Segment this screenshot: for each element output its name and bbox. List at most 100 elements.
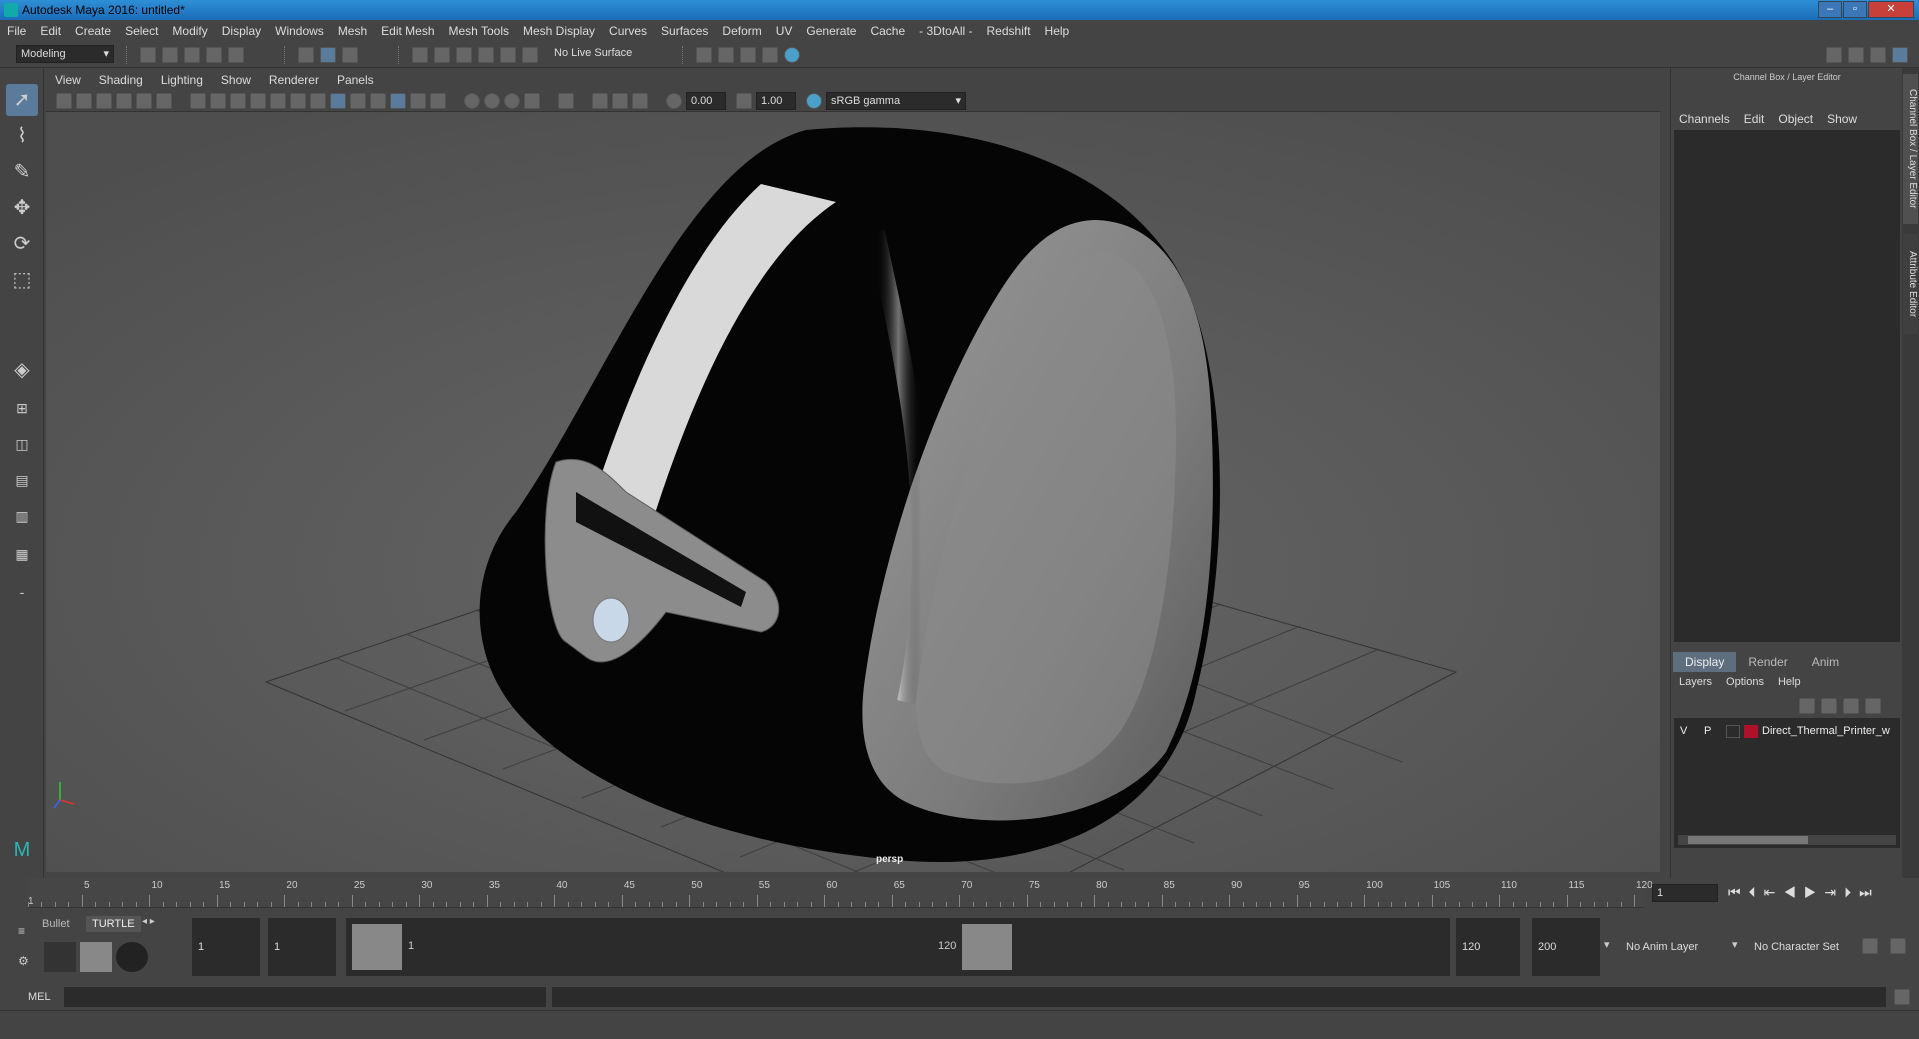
- ambient-occlusion-icon[interactable]: [464, 93, 480, 109]
- new-layer-selected-icon[interactable]: [1865, 698, 1881, 714]
- go-to-end-icon[interactable]: ⏭: [1859, 884, 1880, 900]
- snap-grid-icon[interactable]: [412, 47, 428, 63]
- tab-anim[interactable]: Anim: [1800, 652, 1851, 672]
- scale-tool-icon[interactable]: ⬚: [6, 264, 38, 296]
- layer-color-swatch[interactable]: [1744, 725, 1758, 738]
- undo-icon[interactable]: [206, 47, 222, 63]
- snap-together-icon[interactable]: [522, 47, 538, 63]
- grid-icon[interactable]: [190, 93, 206, 109]
- anim-layer-dropdown[interactable]: No Anim Layer: [1620, 918, 1720, 976]
- grease-pencil-icon[interactable]: [156, 93, 172, 109]
- xray-active-components-icon[interactable]: [612, 93, 628, 109]
- camera-attributes-icon[interactable]: [76, 93, 92, 109]
- shadows-icon[interactable]: [430, 93, 446, 109]
- menu-mesh[interactable]: Mesh: [331, 20, 374, 42]
- shelf-tab-bullet[interactable]: Bullet: [42, 918, 70, 930]
- gate-mask-icon[interactable]: [250, 93, 266, 109]
- viewport-menu-lighting[interactable]: Lighting: [152, 70, 212, 90]
- minimize-icon[interactable]: –: [1818, 1, 1842, 18]
- range-slider-end-handle[interactable]: [962, 924, 1012, 970]
- command-input[interactable]: [64, 987, 546, 1007]
- snap-point-icon[interactable]: [456, 47, 472, 63]
- show-menu[interactable]: Show: [1827, 112, 1857, 126]
- auto-key-icon[interactable]: [1862, 938, 1878, 954]
- resolution-gate-icon[interactable]: [230, 93, 246, 109]
- menu-display[interactable]: Display: [215, 20, 268, 42]
- menu-mesh-tools[interactable]: Mesh Tools: [442, 20, 516, 42]
- layer-row[interactable]: V P Direct_Thermal_Printer_w: [1678, 724, 1898, 740]
- move-layer-up-icon[interactable]: [1799, 698, 1815, 714]
- outliner-layout-icon[interactable]: ▤: [6, 464, 38, 496]
- close-icon[interactable]: ✕: [1868, 1, 1914, 18]
- channels-menu[interactable]: Channels: [1679, 112, 1730, 126]
- 2d-pan-zoom-icon[interactable]: [136, 93, 152, 109]
- anti-aliasing-icon[interactable]: [504, 93, 520, 109]
- play-forward-icon[interactable]: ▶: [1804, 884, 1825, 900]
- range-slider-start-handle[interactable]: [352, 924, 402, 970]
- modeling-toolkit-icon[interactable]: [1826, 47, 1842, 63]
- character-set-dropdown[interactable]: No Character Set: [1748, 918, 1850, 976]
- save-scene-icon[interactable]: [184, 47, 200, 63]
- layers-menu[interactable]: Layers: [1679, 676, 1712, 688]
- menu-select[interactable]: Select: [118, 20, 165, 42]
- menu-modify[interactable]: Modify: [165, 20, 214, 42]
- options-menu[interactable]: Options: [1726, 676, 1764, 688]
- step-back-frame-icon[interactable]: ⏴: [1749, 884, 1764, 900]
- play-backward-icon[interactable]: ◀: [1783, 884, 1804, 900]
- wireframe-icon[interactable]: [330, 93, 346, 109]
- image-plane-icon[interactable]: [116, 93, 132, 109]
- time-slider[interactable]: 1 5 10 15 20 25 30 35 40 45 50 55 60 65 70 75 80 85 90 95 1…: [0, 878, 1919, 914]
- playback-start-field[interactable]: 1: [268, 918, 336, 976]
- playback-end-field[interactable]: 120: [1456, 918, 1520, 976]
- attribute-editor-toggle-icon[interactable]: [1848, 47, 1864, 63]
- menu-deform[interactable]: Deform: [715, 20, 768, 42]
- viewport-menu-view[interactable]: View: [46, 70, 90, 90]
- menu-3dtoall[interactable]: - 3DtoAll -: [912, 20, 979, 42]
- menu-file[interactable]: File: [0, 20, 33, 42]
- step-back-key-icon[interactable]: ⇤: [1764, 884, 1784, 900]
- move-layer-down-icon[interactable]: [1821, 698, 1837, 714]
- film-gate-icon[interactable]: [210, 93, 226, 109]
- perspective-viewport[interactable]: persp: [46, 112, 1660, 872]
- command-language-label[interactable]: MEL: [28, 991, 51, 1003]
- menu-mesh-display[interactable]: Mesh Display: [516, 20, 602, 42]
- hypershade-layout-icon[interactable]: ▦: [6, 538, 38, 570]
- select-object-icon[interactable]: [320, 47, 336, 63]
- layer-playback-toggle[interactable]: P: [1704, 725, 1711, 737]
- motion-blur-icon[interactable]: [484, 93, 500, 109]
- layer-display-type[interactable]: [1726, 725, 1740, 738]
- select-camera-icon[interactable]: [56, 93, 72, 109]
- start-frame-field[interactable]: 1: [192, 918, 260, 976]
- channel-box-toggle-icon[interactable]: [1892, 47, 1908, 63]
- select-component-icon[interactable]: [342, 47, 358, 63]
- menu-edit-mesh[interactable]: Edit Mesh: [374, 20, 441, 42]
- object-menu[interactable]: Object: [1778, 112, 1813, 126]
- scrollbar-thumb[interactable]: [1688, 836, 1808, 844]
- xray-icon[interactable]: [592, 93, 608, 109]
- menu-edit[interactable]: Edit: [33, 20, 68, 42]
- snap-view-plane-icon[interactable]: [478, 47, 494, 63]
- color-management-icon[interactable]: [806, 93, 822, 109]
- tool-settings-toggle-icon[interactable]: [1870, 47, 1886, 63]
- safe-action-icon[interactable]: [290, 93, 306, 109]
- lasso-tool-icon[interactable]: ⌇: [6, 120, 38, 152]
- viewport-menu-show[interactable]: Show: [212, 70, 260, 90]
- move-tool-icon[interactable]: ✥: [6, 192, 38, 224]
- side-tab-attribute-editor[interactable]: Attribute Editor: [1903, 234, 1918, 334]
- wireframe-on-shaded-icon[interactable]: [370, 93, 386, 109]
- layer-list-scrollbar[interactable]: [1678, 835, 1896, 845]
- viewport-menu-panels[interactable]: Panels: [328, 70, 383, 90]
- xray-joints-icon[interactable]: [632, 93, 648, 109]
- layer-visibility-toggle[interactable]: V: [1680, 725, 1687, 737]
- shelf-tab-turtle[interactable]: TURTLE: [86, 916, 141, 932]
- menu-create[interactable]: Create: [68, 20, 118, 42]
- depth-of-field-icon[interactable]: [524, 93, 540, 109]
- script-editor-icon[interactable]: [1894, 989, 1910, 1005]
- show-manipulator-icon[interactable]: ◈: [6, 354, 38, 386]
- render-current-frame-icon[interactable]: [718, 47, 734, 63]
- tab-render[interactable]: Render: [1736, 652, 1799, 672]
- rotate-tool-icon[interactable]: ⟳: [6, 228, 38, 260]
- exposure-icon[interactable]: [666, 93, 682, 109]
- go-to-start-icon[interactable]: ⏮: [1728, 884, 1749, 900]
- menu-surfaces[interactable]: Surfaces: [654, 20, 715, 42]
